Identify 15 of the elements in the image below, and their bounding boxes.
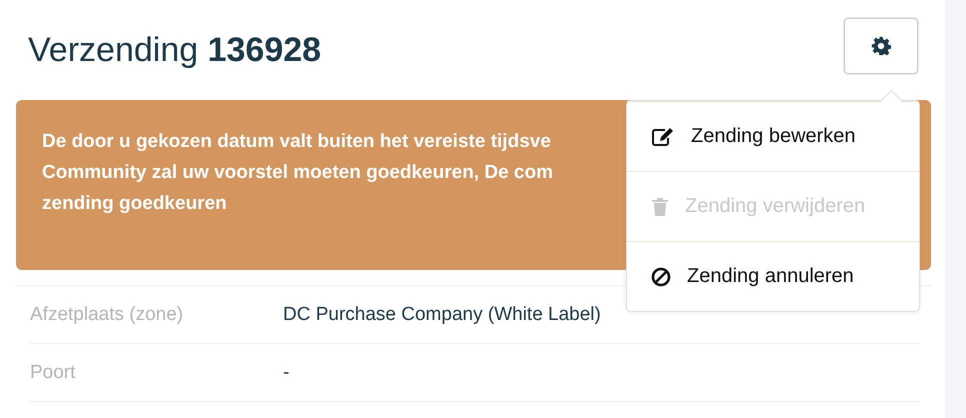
field-label: Poort bbox=[30, 362, 76, 384]
warning-text: De door u gekozen datum valt buiten het vereiste tijdsve bbox=[42, 130, 551, 154]
field-value: - bbox=[283, 362, 290, 384]
shipment-title: Verzending 136928 bbox=[28, 30, 322, 70]
ban-icon bbox=[651, 266, 671, 286]
field-label: Afzetplaats (zone) bbox=[30, 304, 184, 326]
warning-text: Community zal uw voorstel moeten goedkeuren, De com bbox=[42, 161, 553, 185]
settings-icon bbox=[871, 36, 891, 56]
edit-icon bbox=[651, 126, 675, 146]
field-value: DC Purchase Company (White Label) bbox=[283, 304, 601, 326]
menu-item[interactable]: Zending bewerken bbox=[627, 101, 919, 171]
settings-button[interactable] bbox=[844, 18, 918, 74]
menu-item[interactable]: Zending annuleren bbox=[627, 241, 919, 311]
trash-icon bbox=[651, 196, 669, 216]
warning-text: zending goedkeuren bbox=[42, 192, 227, 216]
